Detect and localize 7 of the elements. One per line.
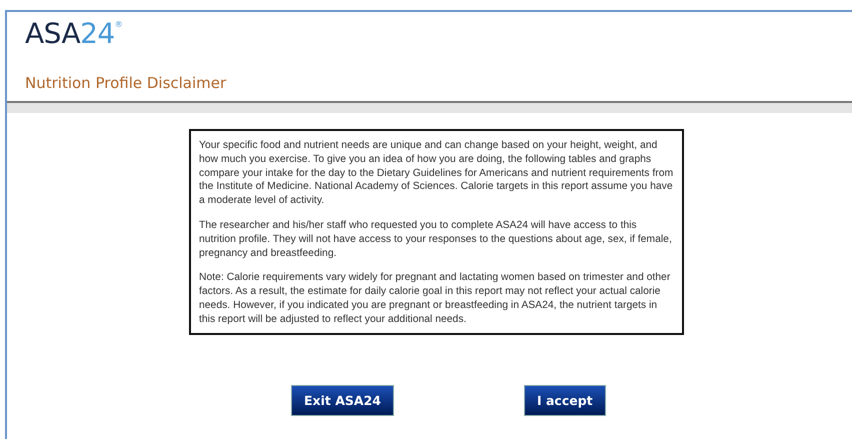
accept-button[interactable]: I accept (524, 384, 606, 416)
disclaimer-paragraph: Your specific food and nutrient needs are unique and can change based on your height, weight, and how much you exercise. To give you an idea of how you are doing, the following tables and graphs compare your intake for the day to the Dietary Guidelines for Americans and nutrient requirements from the Institute of Medicine. National Academy of Sciences. Calorie targets in this report assume you have a moderate level of activity. (199, 139, 674, 208)
disclaimer-paragraph: The researcher and his/her staff who requested you to complete ASA24 will have access to this nutrition profile. They will not have access to your responses to the questions about age, sex, if female, pregnancy and breastfeeding. (199, 218, 673, 260)
exit-button[interactable]: Exit ASA24 (291, 384, 394, 416)
disclaimer-paragraph: Note: Calorie requirements vary widely for pregnant and lactating women based on trimester and other factors. As a result, the estimate for daily calorie goal in this report may not reflect your actual calorie needs. However, if you indicated you are pregnant or breastfeeding in ASA24, the nutrient targets in this report will be adjusted to reflect your additional needs. (199, 271, 672, 327)
logo: ASA24$^{®}$ (25, 18, 122, 50)
page-title: Nutrition Profile Disclaimer (25, 74, 226, 92)
